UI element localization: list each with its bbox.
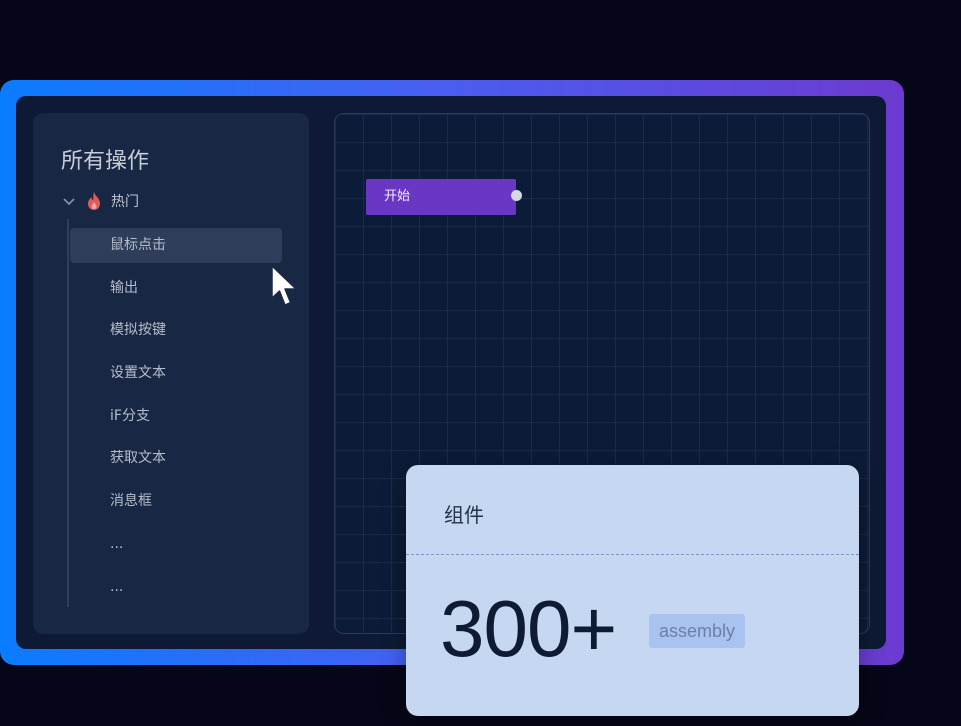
mouse-pointer-icon <box>271 265 297 306</box>
card-title: 组件 <box>444 503 484 527</box>
group-hot[interactable]: 热门 <box>61 191 139 211</box>
list-item[interactable]: ... <box>70 527 282 562</box>
start-node[interactable]: 开始 <box>366 179 516 215</box>
fire-icon <box>88 192 100 210</box>
components-card: 组件 300+ assembly <box>406 465 859 716</box>
list-item[interactable]: iF分支 <box>70 399 282 434</box>
start-node-output-port[interactable] <box>511 190 522 201</box>
list-item[interactable]: 模拟按键 <box>70 313 282 348</box>
list-item[interactable]: 消息框 <box>70 484 282 519</box>
component-count: 300+ <box>440 584 617 673</box>
list-item[interactable]: 输出 <box>70 271 282 306</box>
action-list: 鼠标点击 输出 模拟按键 设置文本 iF分支 获取文本 消息框 ... ... <box>70 228 282 612</box>
group-label: 热门 <box>111 194 139 210</box>
list-item[interactable]: 获取文本 <box>70 441 282 476</box>
list-item[interactable]: 鼠标点击 <box>70 228 282 263</box>
assembly-badge: assembly <box>649 614 746 648</box>
tree-guide-line <box>67 219 69 607</box>
list-item[interactable]: 设置文本 <box>70 356 282 391</box>
chevron-down-icon <box>63 198 75 206</box>
card-divider <box>406 554 859 555</box>
action-sidebar: 所有操作 热门 鼠标点击 输出 模拟按键 设置文本 iF分支 获取文本 消息框 … <box>33 113 309 634</box>
list-item[interactable]: ... <box>70 570 282 605</box>
sidebar-title: 所有操作 <box>61 149 150 174</box>
